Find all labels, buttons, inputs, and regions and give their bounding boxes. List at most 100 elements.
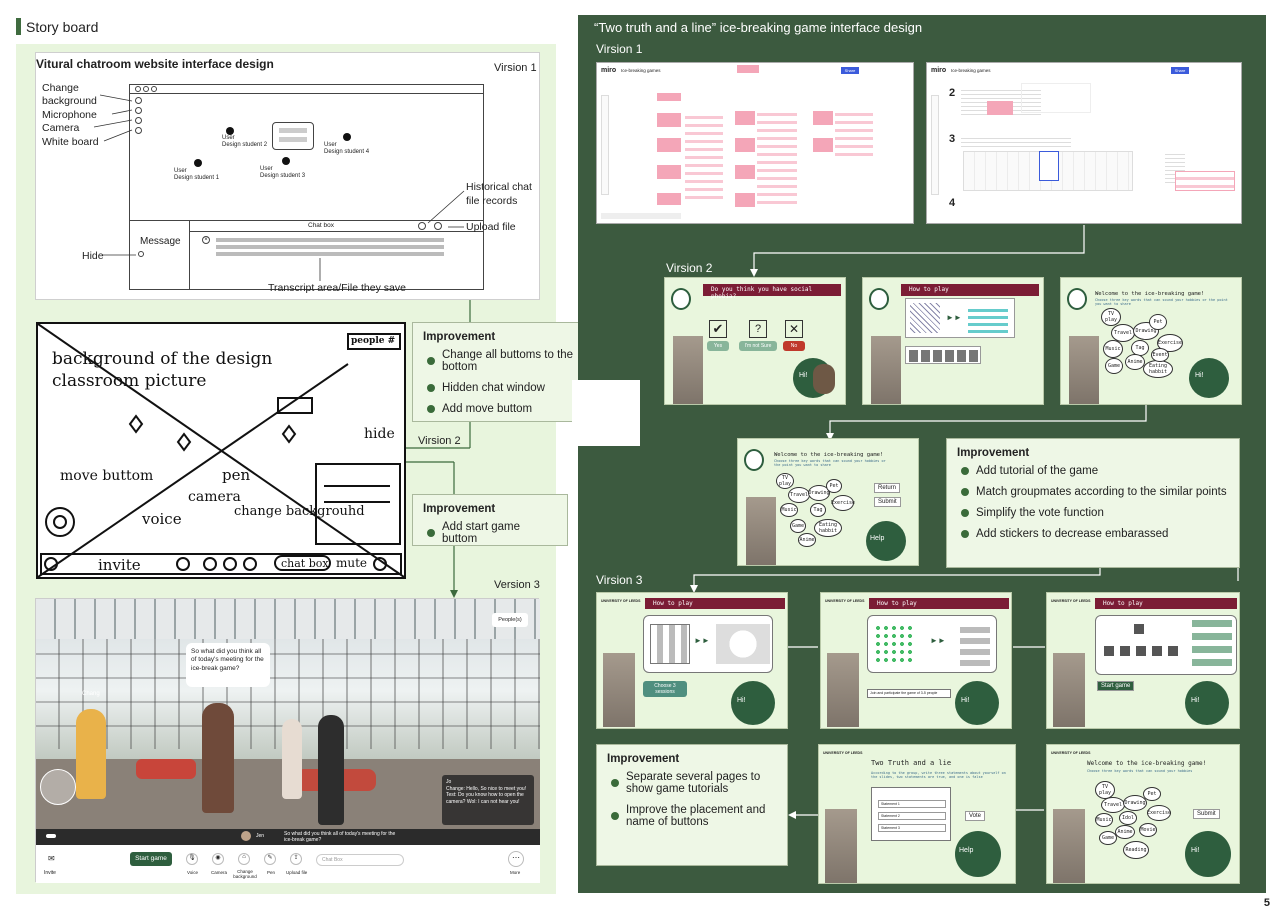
keyword-bubble[interactable]: Pet <box>1149 314 1167 330</box>
microphone-icon[interactable]: 🎙 <box>186 853 198 865</box>
keyword-bubble[interactable]: Eating habbit <box>1143 360 1173 378</box>
improvement-item: Match groupmates according to the simila… <box>961 486 1229 498</box>
avatar <box>318 715 344 825</box>
improvement-item: Simplify the vote function <box>961 507 1229 519</box>
check-icon[interactable]: ✔ <box>709 320 727 338</box>
cross-icon[interactable]: ✕ <box>785 320 803 338</box>
improvement-item: Separate several pages to show game tuto… <box>611 771 777 795</box>
keyword-bubble[interactable]: Game <box>790 519 806 533</box>
sketch-panel: background of the design classroom pictu… <box>36 322 406 579</box>
camera-icon[interactable]: ◉ <box>212 853 224 865</box>
keyword-bubble[interactable]: Idol <box>1119 811 1137 825</box>
help-badge: Help <box>955 831 1001 877</box>
people-button[interactable]: People(s) <box>492 613 528 627</box>
keyword-bubble[interactable]: Game <box>1105 358 1123 374</box>
university-logo: UNIVERSITY OF LEEDS <box>823 751 863 755</box>
sketch-people-label: people # <box>351 336 396 346</box>
keyword-bubble[interactable]: Movie <box>1139 823 1157 837</box>
statement-row[interactable]: Statement 1 <box>878 800 946 808</box>
keyword-bubble[interactable]: Music <box>780 503 798 517</box>
hi-badge: Hi! <box>1189 358 1229 398</box>
welcome-subtitle: Choose three key words that can sound yo… <box>1095 298 1228 306</box>
keyword-bubble[interactable]: Event <box>1151 348 1169 362</box>
submit-button[interactable]: Submit <box>1193 809 1220 819</box>
keyword-bubble[interactable]: Music <box>1103 340 1123 358</box>
keyword-bubble[interactable]: Travel <box>788 487 810 503</box>
improvement-item: Add start game buttom <box>427 521 557 545</box>
sketch-change-bg-label: change backgrouhd <box>234 504 365 519</box>
how-to-play-header: How to play <box>645 598 785 609</box>
keyword-bubble[interactable]: Reading <box>1123 841 1149 859</box>
welcome-title: Welcome to the ice-breaking game! <box>774 452 884 458</box>
improvement-item: Add stickers to decrease embarassed <box>961 528 1229 540</box>
keyword-bubble[interactable]: TV play <box>1101 308 1121 326</box>
start-game-button[interactable]: Start game <box>130 852 172 866</box>
welcome-title: Welcome to the ice-breaking game! <box>1095 291 1205 297</box>
sketch-pen-label: pen <box>222 466 251 484</box>
virtual-room-scene: So what did you think all of today's mee… <box>36 599 540 829</box>
chat-popup: Jo Change: Hello, So nice to meet you! T… <box>442 775 534 825</box>
vote-button[interactable]: Vote <box>965 811 986 821</box>
tutorial-diagram <box>1095 615 1237 675</box>
keyword-bubble[interactable]: Exercise <box>831 495 855 511</box>
improvement-box-v2: Improvement Add tutorial of the game Mat… <box>946 438 1240 568</box>
camera-label: Camera <box>211 870 228 875</box>
more-icon[interactable]: ⋯ <box>508 851 524 867</box>
v3-card-welcome: UNIVERSITY OF LEEDS Welcome to the ice-b… <box>1046 744 1240 884</box>
v3-card-how-to-play-1: UNIVERSITY OF LEEDS How to play ►► Choos… <box>596 592 788 729</box>
yes-button[interactable]: Yes <box>707 341 729 351</box>
v2-card-keywords: Welcome to the ice-breaking game! Choose… <box>1060 277 1242 405</box>
avatar <box>241 831 251 841</box>
improvement-title: Improvement <box>607 753 680 765</box>
change-background-icon[interactable]: ⌂ <box>238 853 250 865</box>
keyword-bubble[interactable]: Eating habbit <box>814 519 842 537</box>
voice-label: Voice <box>187 870 199 875</box>
move-joystick[interactable] <box>40 769 76 805</box>
question-header: Do you think you have social phobia? <box>703 284 841 300</box>
statement-panel: Statement 1 Statement 2 Statement 3 <box>871 787 951 841</box>
keyword-bubble[interactable]: Exercise <box>1147 805 1171 821</box>
logo-icon <box>869 288 889 310</box>
clocktower-image <box>825 809 857 883</box>
keyword-bubble[interactable]: Anime <box>798 533 816 547</box>
keyword-bubble[interactable]: TV play <box>776 473 794 489</box>
return-button[interactable]: Return <box>874 483 901 493</box>
choose-sessions-label: Choose 3 sessions <box>643 681 687 697</box>
keyword-bubble[interactable]: Travel <box>1101 797 1125 813</box>
question-icon[interactable]: ? <box>749 320 767 338</box>
upload-icon[interactable]: ⇪ <box>290 853 302 865</box>
keyword-bubble[interactable]: Pet <box>1143 787 1161 801</box>
clocktower-image <box>871 336 901 404</box>
not-sure-button[interactable]: I'm not Sure <box>739 341 777 351</box>
pen-icon[interactable]: ✎ <box>264 853 276 865</box>
v3-card-how-to-play-3: UNIVERSITY OF LEEDS How to play Start ga… <box>1046 592 1240 729</box>
keyword-bubble[interactable]: Music <box>1095 813 1113 827</box>
statement-row[interactable]: Statement 2 <box>878 812 946 820</box>
avatar <box>76 709 106 799</box>
more-label: More <box>510 870 521 875</box>
bottom-toolbar: ✉ Invite Start game 🎙 Voice ◉ Camera ⌂ C… <box>36 845 540 883</box>
improvement-title: Improvement <box>957 447 1030 459</box>
clocktower-image <box>827 653 859 727</box>
keyword-bubble[interactable]: Anime <box>1125 354 1145 370</box>
logo-icon <box>1067 288 1087 310</box>
submit-button[interactable]: Submit <box>874 497 901 507</box>
chat-message: Change: Hello, So nice to meet you! Test… <box>446 785 527 805</box>
keyword-bubble[interactable]: Anime <box>1115 825 1135 839</box>
help-badge: Help <box>866 521 906 561</box>
keyword-bubble[interactable]: Pet <box>826 479 842 493</box>
avatar-name: Chang <box>82 691 100 697</box>
invite-icon[interactable]: ✉ <box>48 854 55 863</box>
v2-card-keywords-revised: Welcome to the ice-breaking game! Choose… <box>737 438 919 566</box>
keyword-bubble[interactable]: Tag <box>810 503 826 517</box>
sketch-invite-label: invite <box>98 556 141 574</box>
start-game-button[interactable]: Start game <box>1097 681 1135 691</box>
sketch-chat-label: chat box <box>281 557 329 570</box>
no-button[interactable]: No <box>783 341 805 351</box>
university-logo: UNIVERSITY OF LEEDS <box>1051 599 1091 603</box>
chat-input[interactable]: Chat Box <box>316 854 404 866</box>
clocktower-image <box>603 653 635 727</box>
statement-row[interactable]: Statement 3 <box>878 824 946 832</box>
v3-screenshot: So what did you think all of today's mee… <box>35 598 540 883</box>
v2-card-social-phobia: Do you think you have social phobia? ✔ ?… <box>664 277 846 405</box>
